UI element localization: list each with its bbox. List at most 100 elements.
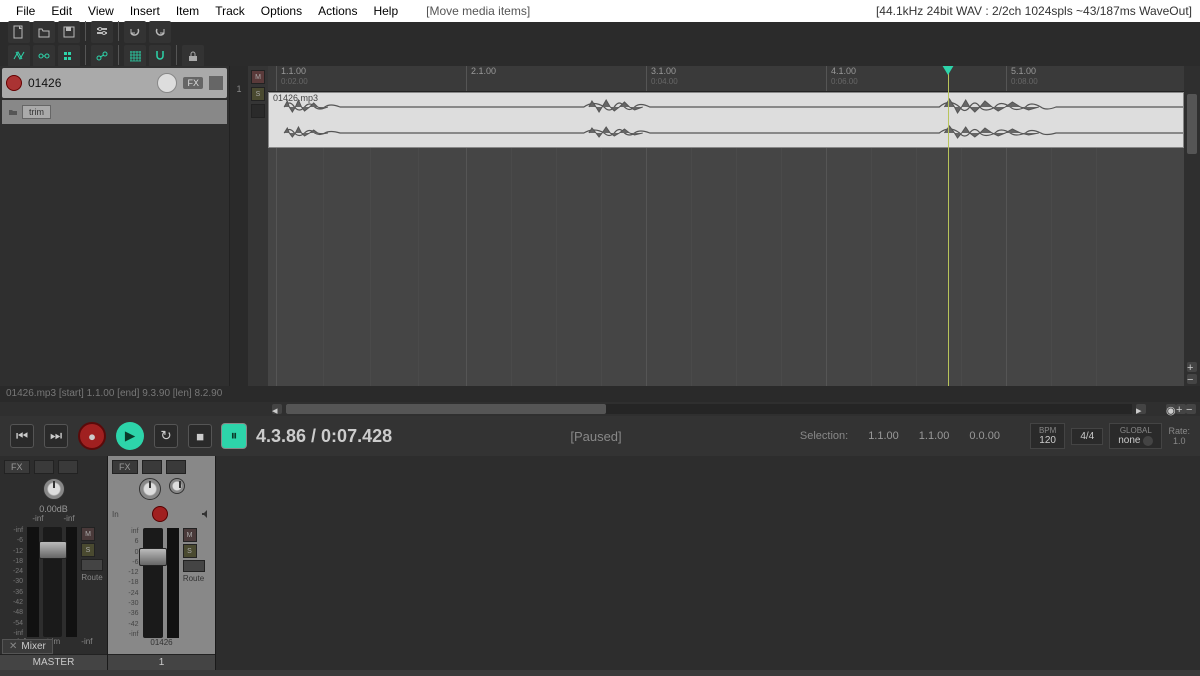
snap-icon[interactable] [149, 45, 171, 67]
master-fx-button[interactable]: FX [4, 460, 30, 474]
track1-mute-button[interactable]: M [183, 528, 197, 542]
track-route-button[interactable] [251, 104, 265, 118]
ruler-mark: 3.1.000:04.00 [646, 66, 678, 91]
automation-mode-box[interactable]: GLOBAL none [1109, 423, 1162, 449]
grid-icon[interactable] [124, 45, 146, 67]
track1-send-button[interactable] [166, 460, 186, 474]
track1-fader[interactable] [143, 528, 163, 638]
master-mute-button[interactable]: M [81, 527, 95, 541]
vscroll-thumb[interactable] [1187, 94, 1197, 154]
stop-button[interactable]: ■ [188, 424, 212, 448]
hscroll-thumb[interactable] [286, 404, 606, 414]
transport-bar: ⏮ ⏭ ● ▶ ↻ ■ ⏸ 4.3.86 / 0:07.428 [Paused]… [0, 416, 1200, 456]
track-send-icon[interactable] [209, 76, 223, 90]
ruler-mark: 4.1.000:06.00 [826, 66, 858, 91]
media-item[interactable]: 01426.mp3 [268, 92, 1184, 148]
track-mute-button[interactable]: M [251, 70, 265, 84]
menu-item[interactable]: Item [168, 4, 207, 18]
go-to-end-button[interactable]: ⏭ [44, 424, 68, 448]
new-project-icon[interactable] [8, 21, 30, 43]
track-fx-button[interactable]: FX [183, 77, 203, 89]
redo-icon[interactable] [149, 21, 171, 43]
horizontal-scroll[interactable]: ◂ ▸ ◉ + − [268, 402, 1200, 416]
selection-end[interactable]: 1.1.00 [919, 430, 950, 442]
master-route-button[interactable] [81, 559, 103, 571]
track1-scale: inf60-6-12-18-24-30-36-42-inf [119, 528, 139, 638]
open-project-icon[interactable] [33, 21, 55, 43]
item-grouping-icon[interactable] [33, 45, 55, 67]
menu-help[interactable]: Help [365, 4, 406, 18]
track1-io-button[interactable] [142, 460, 162, 474]
master-io-button[interactable] [58, 460, 78, 474]
menubar: File Edit View Insert Item Track Options… [0, 0, 1200, 22]
envelope-icon[interactable] [91, 45, 113, 67]
scroll-right-icon[interactable]: ▸ [1136, 404, 1146, 414]
track1-meter [167, 528, 179, 638]
waveform-right [269, 121, 1183, 145]
track1-fx-button[interactable]: FX [112, 460, 138, 474]
track-pan-knob[interactable] [157, 73, 177, 93]
master-fader[interactable] [43, 527, 62, 637]
zoom-out-icon[interactable]: − [1187, 374, 1197, 384]
track-header[interactable]: 01426 FX [2, 68, 227, 98]
ripple-edit-icon[interactable] [58, 45, 80, 67]
lock-icon[interactable] [182, 45, 204, 67]
time-signature-box[interactable]: 4/4 [1071, 428, 1103, 445]
track1-solo-button[interactable]: S [183, 544, 197, 558]
pause-button[interactable]: ⏸ [222, 424, 246, 448]
undo-icon[interactable] [124, 21, 146, 43]
auto-crossfade-icon[interactable] [8, 45, 30, 67]
master-label: MASTER [0, 654, 107, 670]
go-to-start-button[interactable]: ⏮ [10, 424, 34, 448]
mixer-track1-strip[interactable]: FX In inf60-6-12-18-24-30-36-42-inf M S … [108, 456, 216, 670]
track-name[interactable]: 01426 [28, 76, 151, 90]
playhead[interactable] [948, 66, 949, 386]
track1-width-knob[interactable] [169, 478, 185, 494]
menu-insert[interactable]: Insert [122, 4, 168, 18]
track-sub-row: trim [2, 100, 227, 124]
record-button[interactable]: ● [78, 422, 106, 450]
track-solo-button[interactable]: S [251, 87, 265, 101]
hzoom-reset-icon[interactable]: ◉ [1166, 404, 1176, 414]
mixer-panel: FX 0.00dB -inf-inf -inf-6-12-18-24-30-36… [0, 456, 1200, 670]
hzoom-out-icon[interactable]: − [1186, 404, 1196, 414]
save-project-icon[interactable] [58, 21, 80, 43]
bpm-box[interactable]: BPM 120 [1030, 423, 1065, 449]
master-scale: -inf-6-12-18-24-30-36-42-48-54-inf [4, 527, 23, 637]
project-settings-icon[interactable] [91, 21, 113, 43]
track1-route-button[interactable] [183, 560, 205, 572]
scroll-left-icon[interactable]: ◂ [272, 404, 282, 414]
master-pan-knob[interactable] [43, 478, 65, 500]
menu-track[interactable]: Track [207, 4, 253, 18]
folder-icon[interactable] [8, 107, 18, 117]
selection-length[interactable]: 0.0.00 [969, 430, 1000, 442]
track1-name-label: 01426 [112, 638, 211, 647]
playhead-marker-icon [942, 66, 954, 75]
timeline-ruler[interactable]: 1.1.000:02.00 2.1.00 3.1.000:04.00 4.1.0… [268, 66, 1184, 92]
vertical-scroll[interactable]: + − [1184, 66, 1200, 386]
close-icon[interactable]: ✕ [9, 641, 17, 652]
track-number: 1 [230, 66, 248, 94]
repeat-button[interactable]: ↻ [154, 424, 178, 448]
play-button[interactable]: ▶ [116, 422, 144, 450]
selection-start[interactable]: 1.1.00 [868, 430, 899, 442]
playback-rate[interactable]: Rate: 1.0 [1168, 426, 1190, 446]
arrange-view[interactable]: 1.1.000:02.00 2.1.00 3.1.000:04.00 4.1.0… [268, 66, 1184, 386]
menu-view[interactable]: View [80, 4, 122, 18]
track-record-arm-icon[interactable] [6, 75, 22, 91]
track1-pan-knob[interactable] [139, 478, 161, 500]
track-trim-button[interactable]: trim [22, 105, 51, 119]
master-solo-button[interactable]: S [81, 543, 95, 557]
zoom-in-icon[interactable]: + [1187, 362, 1197, 372]
track1-record-arm[interactable] [152, 506, 168, 522]
menu-options[interactable]: Options [253, 4, 310, 18]
menu-edit[interactable]: Edit [43, 4, 80, 18]
hzoom-in-icon[interactable]: + [1176, 404, 1186, 414]
master-mono-button[interactable] [34, 460, 54, 474]
speaker-icon[interactable] [201, 509, 211, 519]
mixer-dock-tab[interactable]: ✕ Mixer [2, 639, 53, 654]
menu-actions[interactable]: Actions [310, 4, 365, 18]
mixer-master-strip[interactable]: FX 0.00dB -inf-inf -inf-6-12-18-24-30-36… [0, 456, 108, 670]
audio-device-status: [44.1kHz 24bit WAV : 2/2ch 1024spls ~43/… [876, 4, 1192, 18]
menu-file[interactable]: File [8, 4, 43, 18]
